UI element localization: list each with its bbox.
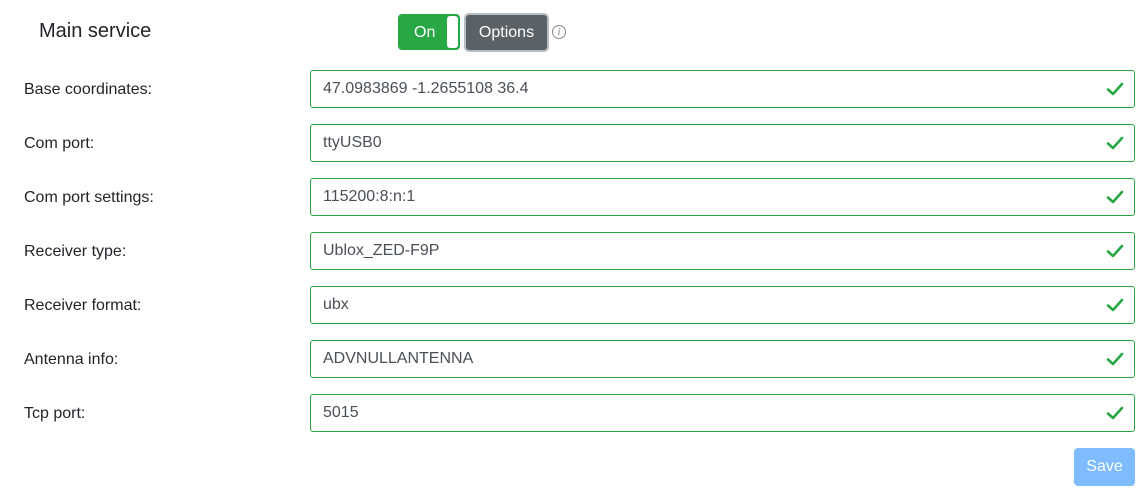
form-row-com-port-settings: Com port settings: <box>0 178 1140 232</box>
check-icon <box>1106 136 1124 150</box>
receiver-format-input[interactable] <box>311 287 1091 323</box>
info-icon[interactable]: i <box>552 25 566 39</box>
check-icon <box>1106 244 1124 258</box>
save-button[interactable]: Save <box>1074 448 1135 486</box>
service-header: Main service On Options i <box>0 0 1140 64</box>
check-icon <box>1106 406 1124 420</box>
antenna-info-label: Antenna info: <box>24 351 119 368</box>
options-button[interactable]: Options <box>464 13 549 52</box>
base-coordinates-field-box <box>310 70 1135 108</box>
receiver-type-field-box <box>310 232 1135 270</box>
tcp-port-field-box <box>310 394 1135 432</box>
toggle-handle <box>447 16 458 48</box>
antenna-info-input[interactable] <box>311 341 1091 377</box>
tcp-port-label: Tcp port: <box>24 405 86 422</box>
form-row-com-port: Com port: <box>0 124 1140 178</box>
settings-form: Base coordinates: Com port: Com port set… <box>0 70 1140 448</box>
receiver-format-field-box <box>310 286 1135 324</box>
com-port-field-box <box>310 124 1135 162</box>
receiver-format-label: Receiver format: <box>24 297 142 314</box>
check-icon <box>1106 298 1124 312</box>
form-row-receiver-type: Receiver type: <box>0 232 1140 286</box>
com-port-settings-input[interactable] <box>311 179 1091 215</box>
form-row-tcp-port: Tcp port: <box>0 394 1140 448</box>
base-coordinates-input[interactable] <box>311 71 1091 107</box>
check-icon <box>1106 352 1124 366</box>
service-title: Main service <box>39 20 152 42</box>
receiver-type-label: Receiver type: <box>24 243 127 260</box>
toggle-label: On <box>414 24 436 41</box>
form-row-base-coordinates: Base coordinates: <box>0 70 1140 124</box>
form-row-receiver-format: Receiver format: <box>0 286 1140 340</box>
com-port-settings-field-box <box>310 178 1135 216</box>
form-row-antenna-info: Antenna info: <box>0 340 1140 394</box>
service-settings-page: Main service On Options i Base coordinat… <box>0 0 1140 489</box>
antenna-info-field-box <box>310 340 1135 378</box>
com-port-settings-label: Com port settings: <box>24 189 154 206</box>
service-toggle[interactable]: On <box>398 14 460 50</box>
check-icon <box>1106 190 1124 204</box>
com-port-label: Com port: <box>24 135 95 152</box>
tcp-port-input[interactable] <box>311 395 1091 431</box>
base-coordinates-label: Base coordinates: <box>24 81 153 98</box>
check-icon <box>1106 82 1124 96</box>
com-port-input[interactable] <box>311 125 1091 161</box>
receiver-type-input[interactable] <box>311 233 1091 269</box>
